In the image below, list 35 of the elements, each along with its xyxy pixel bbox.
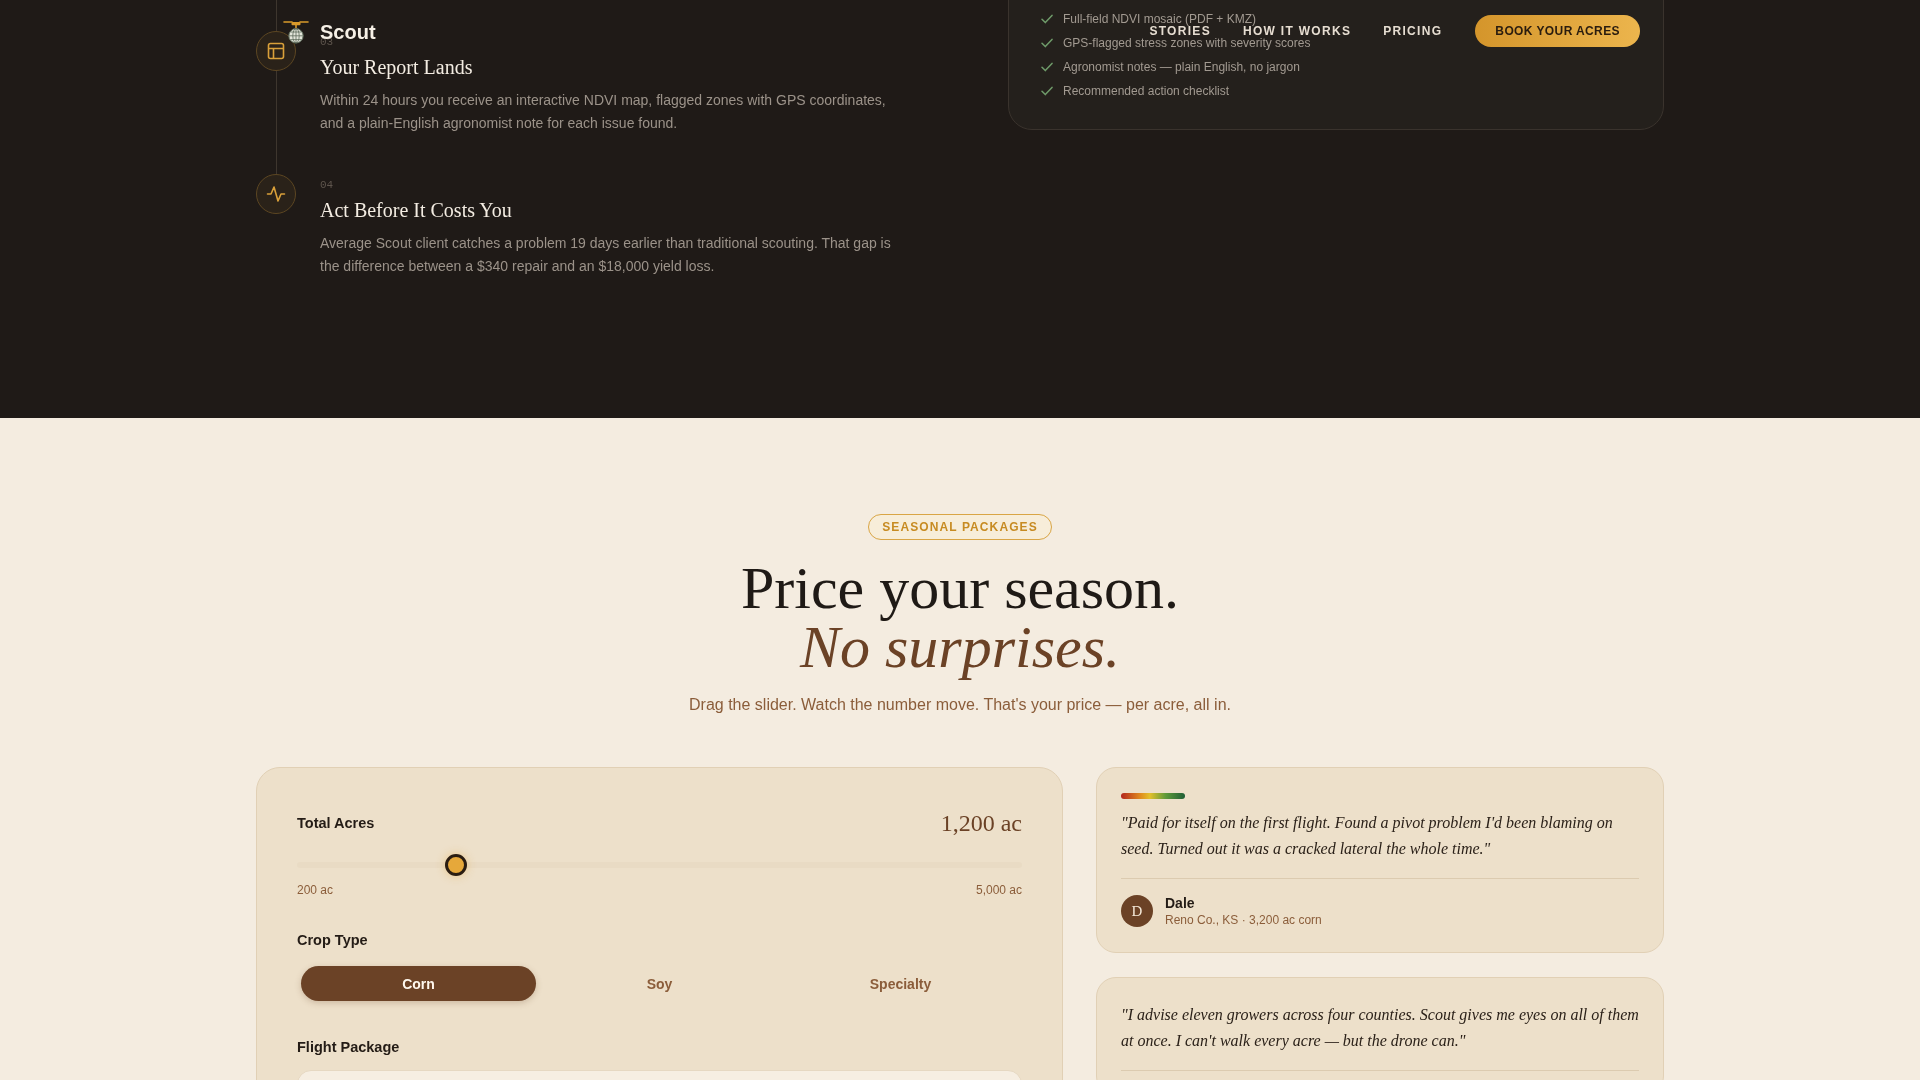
book-acres-button[interactable]: BOOK YOUR ACRES — [1475, 15, 1640, 47]
slider-thumb[interactable] — [444, 854, 467, 876]
nav-link[interactable]: HOW IT WORKS — [1242, 25, 1352, 37]
check-icon — [1041, 38, 1053, 48]
range-max-label: 5,000 ac — [975, 882, 1022, 898]
deliverable-text: GPS-flagged stress zones with severity scores — [1063, 36, 1311, 50]
step-title: Your Report Lands — [320, 55, 474, 81]
crop-type-option[interactable]: Corn — [301, 966, 536, 1001]
crop-type-option[interactable]: Specialty — [783, 966, 1018, 1001]
author-avatar: D — [1121, 895, 1153, 927]
step-title: Act Before It Costs You — [320, 198, 513, 223]
testimonial-quote: "I advise eleven growers across four counties. Scout gives me eyes on all of them at once. I can't walk every acre — but the drone can." — [1121, 1005, 1640, 1052]
field-label: Flight Package — [297, 1038, 401, 1057]
deliverable-text: Recommended action checklist — [1063, 84, 1230, 98]
testimonial-quote: "Paid for itself on the first flight. Found a pivot problem I'd been blaming on seed. Turned out it was a cracked lateral the whole time." — [1121, 813, 1614, 859]
layout-icon — [256, 31, 296, 71]
nav-link[interactable]: PRICING — [1383, 25, 1443, 37]
field-label: Crop Type — [297, 931, 369, 950]
check-icon — [1041, 14, 1053, 24]
field-label: Total Acres — [297, 814, 375, 833]
author-name: Dale — [1165, 894, 1195, 912]
step-number: 04 — [320, 179, 335, 191]
section-subtitle: Drag the slider. Watch the number move. That's your price — per acre, all in. — [689, 695, 1231, 715]
deliverable-text: Full-field NDVI mosaic (PDF + KMZ) — [1063, 12, 1257, 26]
step-description: Average Scout client catches a problem 19 days earlier than traditional scouting. That gap is the difference between a $340 repair and an $18,000 yield loss. — [320, 234, 892, 276]
check-icon — [1041, 62, 1053, 72]
deliverable-text: Agronomist notes — plain English, no jargon — [1063, 60, 1300, 74]
step-description: Within 24 hours you receive an interactive NDVI map, flagged zones with GPS coordinates, and a plain-English agronomist note for each issue found. — [320, 91, 887, 133]
check-icon — [1041, 86, 1053, 96]
crop-type-option[interactable]: Soy — [542, 966, 777, 1001]
nav-link[interactable]: STORIES — [1149, 25, 1211, 37]
range-min-label: 200 ac — [297, 882, 334, 898]
acres-value: 1,200 ac — [940, 809, 1022, 838]
section-badge: SEASONAL PACKAGES — [868, 514, 1052, 540]
author-details: Reno Co., KS · 3,200 ac corn — [1165, 912, 1322, 928]
